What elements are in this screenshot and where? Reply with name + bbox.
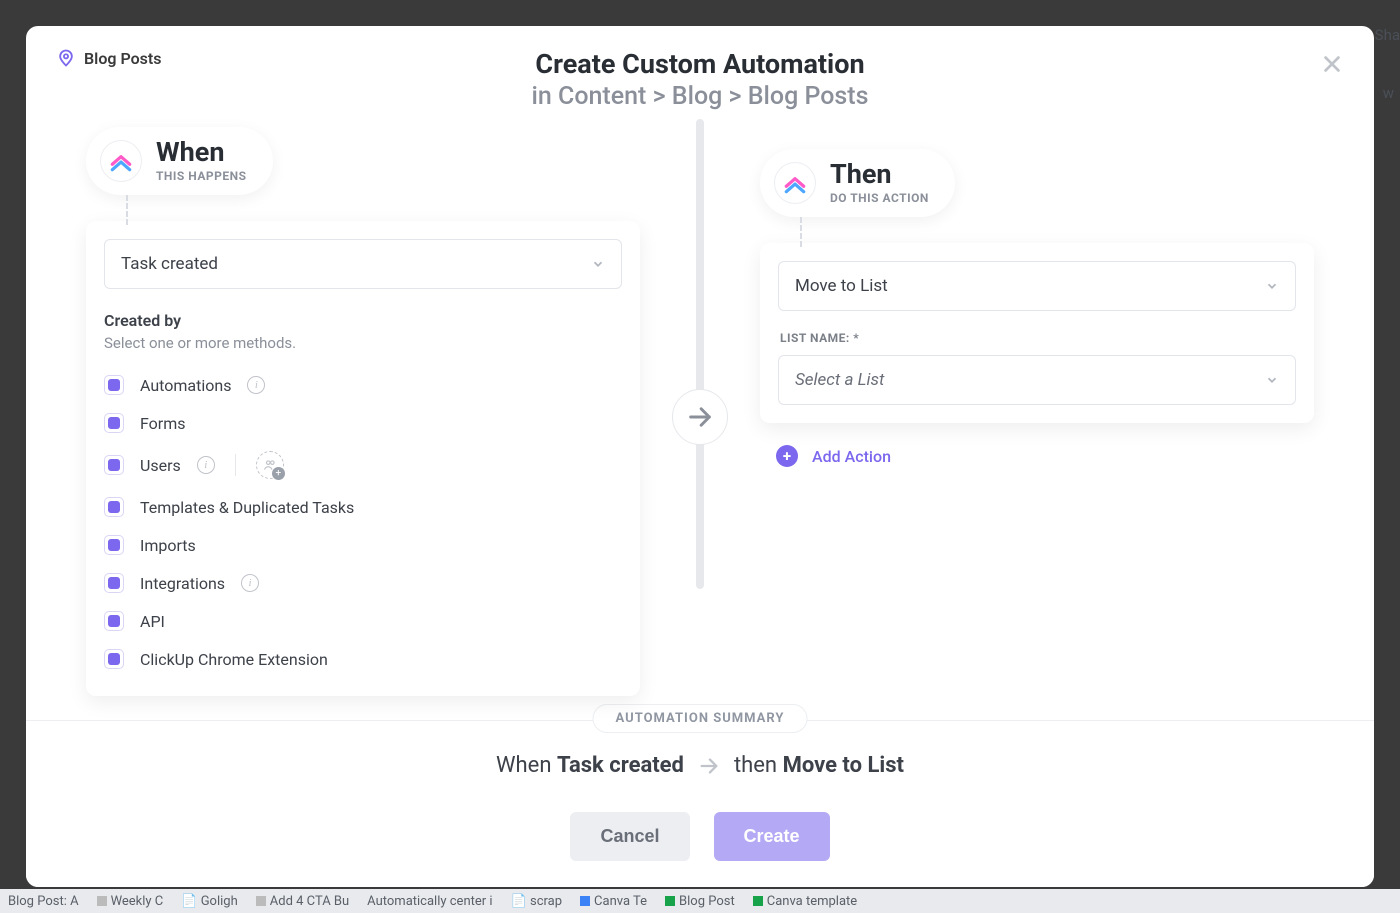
create-button[interactable]: Create xyxy=(714,812,830,861)
method-label: Forms xyxy=(140,414,186,433)
add-user-icon[interactable]: + xyxy=(256,451,284,479)
trigger-dropdown[interactable]: Task created xyxy=(104,239,622,289)
close-button[interactable] xyxy=(1316,48,1348,80)
modal-footer: AUTOMATION SUMMARY When Task created the… xyxy=(26,720,1374,887)
when-subheading: THIS HAPPENS xyxy=(156,169,247,183)
clickup-logo-icon xyxy=(100,140,142,182)
then-heading: Then xyxy=(830,161,929,188)
method-forms: Forms xyxy=(104,404,622,442)
method-integrations: Integrations i xyxy=(104,564,622,602)
bg-browser-tabs: Blog Post: A Weekly C 📄 Goligh Add 4 CTA… xyxy=(0,889,1400,913)
when-pill: When THIS HAPPENS xyxy=(86,127,273,195)
arrow-right-icon xyxy=(698,755,720,777)
add-action-label: Add Action xyxy=(812,447,891,466)
chevron-down-icon xyxy=(1265,373,1279,387)
method-label: Automations xyxy=(140,376,231,395)
method-imports: Imports xyxy=(104,526,622,564)
clickup-logo-icon xyxy=(774,162,816,204)
method-label: Templates & Duplicated Tasks xyxy=(140,498,354,517)
summary-text: When Task created then Move to List xyxy=(26,753,1374,778)
cancel-button[interactable]: Cancel xyxy=(570,812,689,861)
list-name-label: LIST NAME: * xyxy=(780,331,1296,345)
checkbox-api[interactable] xyxy=(104,611,124,631)
checkbox-templates[interactable] xyxy=(104,497,124,517)
plus-icon: + xyxy=(776,445,798,467)
list-select-dropdown[interactable]: Select a List xyxy=(778,355,1296,405)
method-label: API xyxy=(140,612,165,631)
info-icon[interactable]: i xyxy=(247,376,265,394)
created-by-label: Created by xyxy=(104,311,622,330)
chevron-down-icon xyxy=(1265,279,1279,293)
method-label: Integrations xyxy=(140,574,225,593)
trigger-value: Task created xyxy=(121,254,218,274)
checkbox-integrations[interactable] xyxy=(104,573,124,593)
then-column: Then DO THIS ACTION Move to List LIST NA… xyxy=(700,119,1374,720)
then-card: Move to List LIST NAME: * Select a List xyxy=(760,243,1314,423)
method-label: ClickUp Chrome Extension xyxy=(140,650,328,669)
info-icon[interactable]: i xyxy=(197,456,215,474)
created-by-sub: Select one or more methods. xyxy=(104,334,622,352)
method-chrome-ext: ClickUp Chrome Extension xyxy=(104,640,622,678)
method-users: Users i + xyxy=(104,442,622,488)
bg-w-text: w xyxy=(1383,84,1394,102)
checkbox-imports[interactable] xyxy=(104,535,124,555)
add-action-button[interactable]: + Add Action xyxy=(776,445,1314,467)
modal-path: in Content > Blog > Blog Posts xyxy=(56,82,1344,111)
chevron-down-icon xyxy=(591,257,605,271)
when-card: Task created Created by Select one or mo… xyxy=(86,221,640,696)
close-icon xyxy=(1321,53,1343,75)
modal-body: When THIS HAPPENS Task created Created b… xyxy=(26,119,1374,720)
info-icon[interactable]: i xyxy=(241,574,259,592)
checkbox-forms[interactable] xyxy=(104,413,124,433)
when-column: When THIS HAPPENS Task created Created b… xyxy=(26,119,700,720)
action-value: Move to List xyxy=(795,276,888,296)
checkbox-users[interactable] xyxy=(104,455,124,475)
method-api: API xyxy=(104,602,622,640)
when-heading: When xyxy=(156,139,247,166)
bg-share-text: Sha xyxy=(1375,26,1400,44)
automation-modal: Blog Posts Create Custom Automation in C… xyxy=(26,26,1374,887)
divider xyxy=(235,454,236,476)
location-text: Blog Posts xyxy=(84,49,162,68)
method-label: Imports xyxy=(140,536,196,555)
action-dropdown[interactable]: Move to List xyxy=(778,261,1296,311)
location-pin-icon xyxy=(56,48,76,68)
list-placeholder: Select a List xyxy=(795,370,884,390)
method-automations: Automations i xyxy=(104,366,622,404)
location-tag[interactable]: Blog Posts xyxy=(56,48,162,68)
checkbox-automations[interactable] xyxy=(104,375,124,395)
then-pill: Then DO THIS ACTION xyxy=(760,149,955,217)
method-templates: Templates & Duplicated Tasks xyxy=(104,488,622,526)
method-label: Users xyxy=(140,456,181,475)
then-subheading: DO THIS ACTION xyxy=(830,191,929,205)
footer-buttons: Cancel Create xyxy=(26,812,1374,861)
arrow-right-icon xyxy=(686,403,714,431)
modal-title: Create Custom Automation xyxy=(56,48,1344,80)
flow-arrow xyxy=(672,389,728,445)
checkbox-chrome-ext[interactable] xyxy=(104,649,124,669)
modal-header: Blog Posts Create Custom Automation in C… xyxy=(26,26,1374,119)
